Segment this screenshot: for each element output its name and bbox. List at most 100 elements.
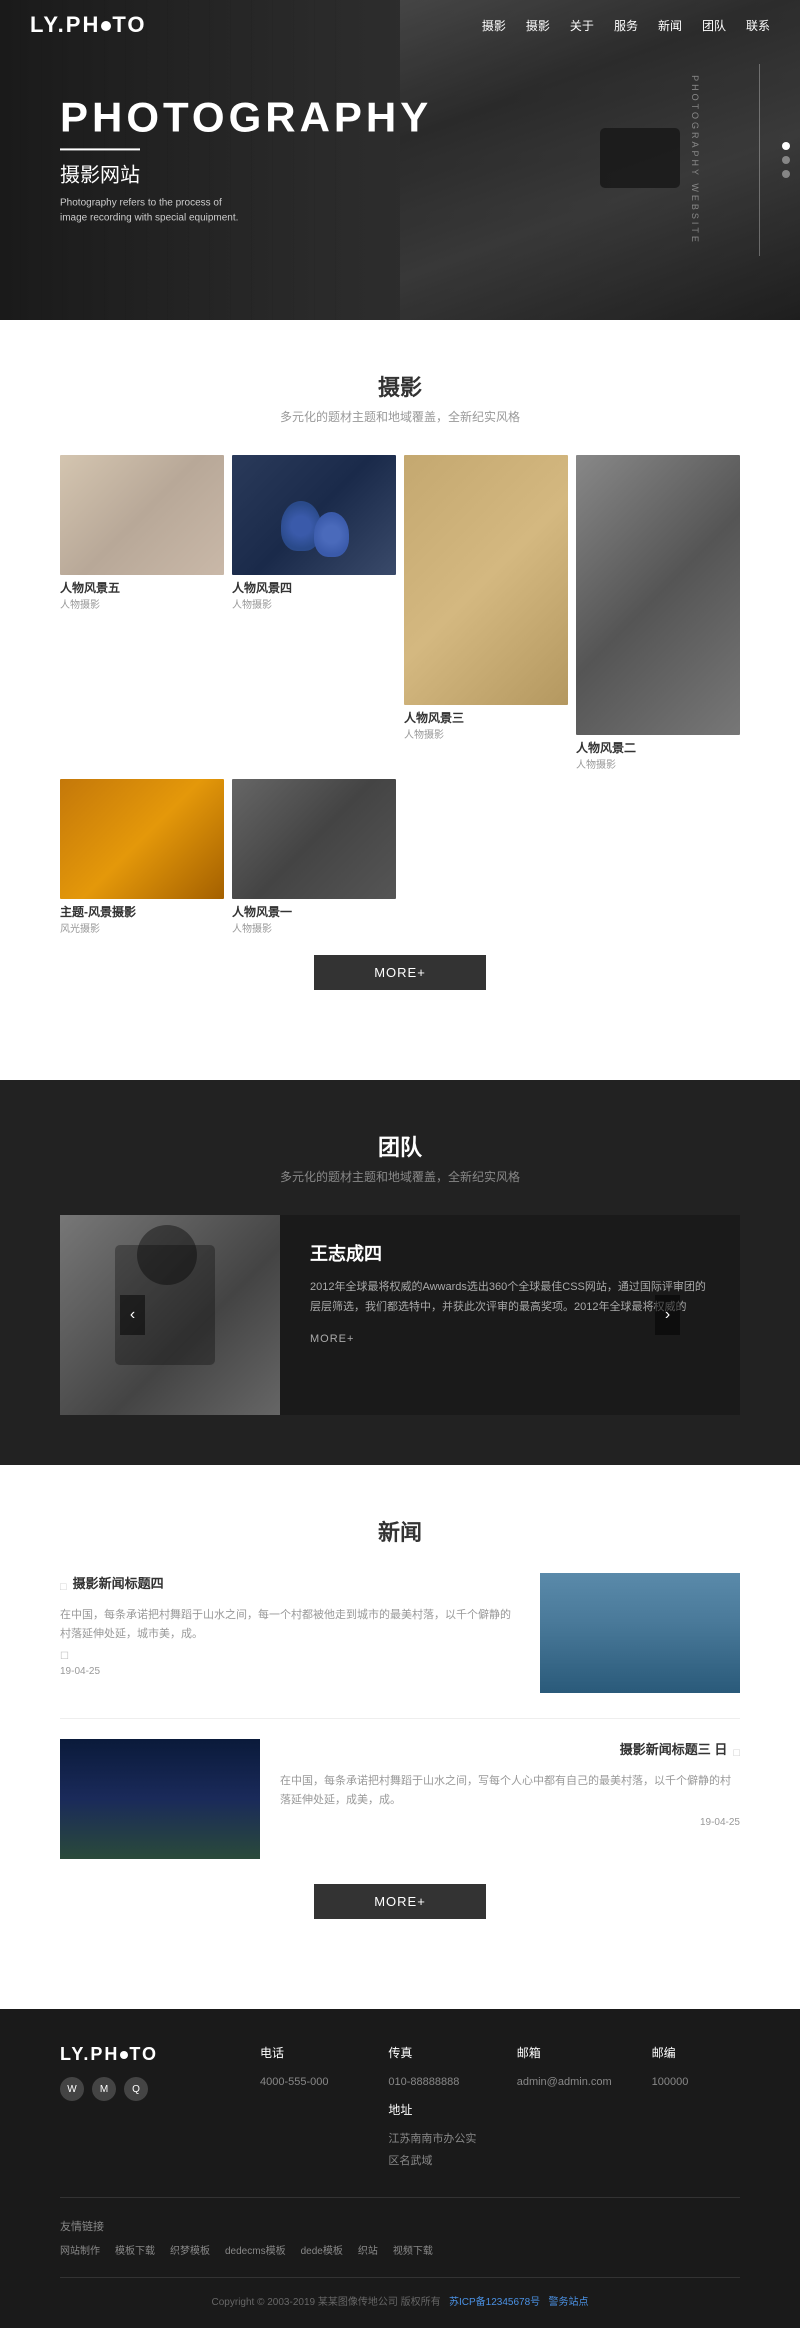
footer-top: LY.PHTO W M Q 电话 4000-555-000 传真 010-888…: [60, 2044, 740, 2172]
team-member-photo: [60, 1215, 280, 1415]
footer-link-6[interactable]: 织站: [358, 2242, 378, 2257]
footer-link-2[interactable]: 模板下载: [115, 2242, 155, 2257]
hero-subtitle: Photography refers to the process of ima…: [60, 196, 240, 226]
nav-team[interactable]: 团队: [702, 17, 726, 34]
social-icon-qq[interactable]: Q: [124, 2077, 148, 2101]
news-tag-icon-2: □: [733, 1747, 740, 1759]
footer-email-label: 邮箱: [517, 2044, 612, 2061]
photo-item-1[interactable]: 人物风景五 人物摄影: [60, 455, 224, 611]
footer-col-fax: 传真 010-88888888 地址 江苏南南市办公实区名武域: [388, 2044, 476, 2172]
photo-item-3[interactable]: 人物风景三 人物摄影: [404, 455, 568, 741]
photography-section: 摄影 多元化的题材主题和地域覆盖，全新纪实风格 人物风景五 人物摄影: [0, 320, 800, 1080]
news-comment-1: ☐: [60, 1651, 520, 1662]
photography-more-button[interactable]: MORE+: [314, 955, 486, 990]
photo-row-2: 主题-风景摄影 风光摄影 人物风景一 人物摄影: [60, 779, 740, 935]
footer-social: W M Q: [60, 2077, 220, 2101]
hero-slide-dots: [782, 142, 790, 178]
team-slider: ‹ 王志成四 2012年全球最将权威的Awwards选出360个全球最佳CSS网…: [60, 1215, 740, 1415]
footer-link-1[interactable]: 网站制作: [60, 2242, 100, 2257]
news-text-1: □ 摄影新闻标题四 在中国，每条承诺把村舞蹈于山水之间，每一个村都被他走到城市的…: [60, 1573, 520, 1677]
hero-title-zh: 摄影网站: [60, 159, 432, 188]
footer-col-zip: 邮编 100000: [652, 2044, 740, 2172]
footer-link-4[interactable]: dedecms模板: [225, 2242, 286, 2257]
footer-phone-label: 电话: [260, 2044, 348, 2061]
news-section: 新闻 □ 摄影新闻标题四 在中国，每条承诺把村舞蹈于山水之间，每一个村都被他走到…: [0, 1465, 800, 2009]
team-member-name: 王志成四: [310, 1240, 710, 1266]
main-nav: 摄影 摄影 关于 服务 新闻 团队 联系: [482, 17, 770, 34]
footer-email: admin@admin.com: [517, 2071, 612, 2093]
news-image-2: [60, 1739, 260, 1859]
team-more-link[interactable]: MORE+: [310, 1333, 710, 1345]
team-subtitle: 多元化的题材主题和地域覆盖，全新纪实风格: [60, 1168, 740, 1185]
footer-links-list: 网站制作 模板下载 织梦模板 dedecms模板 dede模板 织站 视频下载: [60, 2242, 740, 2257]
footer-fax: 010-88888888: [388, 2071, 476, 2093]
footer-link-7[interactable]: 视频下载: [393, 2242, 433, 2257]
more-btn-wrap: MORE+: [60, 955, 740, 990]
nav-home[interactable]: 摄影: [482, 17, 506, 34]
footer-zip: 100000: [652, 2071, 740, 2093]
news-item-2: 摄影新闻标题三 日 □ 在中国，每条承诺把村舞蹈于山水之间，写每个人心中都有自己…: [60, 1739, 740, 1859]
news-title: 新闻: [60, 1515, 740, 1547]
footer-link-3[interactable]: 织梦模板: [170, 2242, 210, 2257]
team-member-desc: 2012年全球最将权威的Awwards选出360个全球最佳CSS网站，通过国际评…: [310, 1278, 710, 1318]
news-image-1: [540, 1573, 740, 1693]
nav-service[interactable]: 服务: [614, 17, 638, 34]
footer-divider-1: [60, 2197, 740, 2198]
photo-item-4[interactable]: 人物风景二 人物摄影: [576, 455, 740, 771]
news-text-2: 摄影新闻标题三 日 □ 在中国，每条承诺把村舞蹈于山水之间，写每个人心中都有自己…: [280, 1739, 740, 1828]
footer-fax-label: 传真: [388, 2044, 476, 2061]
team-next-button[interactable]: ›: [655, 1295, 680, 1335]
footer-link-5[interactable]: dede模板: [301, 2242, 343, 2257]
footer-links-area: 友情链接 网站制作 模板下载 织梦模板 dedecms模板 dede模板 织站 …: [60, 2218, 740, 2257]
footer-icp-link[interactable]: 苏ICP备12345678号: [449, 2297, 540, 2308]
hero-title-en: PHOTOGRAPHY: [60, 94, 432, 140]
team-card: 王志成四 2012年全球最将权威的Awwards选出360个全球最佳CSS网站，…: [60, 1215, 740, 1415]
photography-subtitle: 多元化的题材主题和地域覆盖，全新纪实风格: [60, 408, 740, 425]
footer-col-phone: 电话 4000-555-000: [260, 2044, 348, 2172]
photography-title: 摄影: [60, 370, 740, 402]
footer-police-link[interactable]: 警务站点: [548, 2297, 588, 2308]
team-section: 团队 多元化的题材主题和地域覆盖，全新纪实风格 ‹ 王志成四 2012年全球最将…: [0, 1080, 800, 1465]
footer-address-label: 地址: [388, 2101, 476, 2118]
photo-grid: 人物风景五 人物摄影 人物风景四 人物摄影 人物风景三: [60, 455, 740, 935]
footer-address: 江苏南南市办公实区名武域: [388, 2128, 476, 2172]
news-date-2: 19-04-25: [280, 1817, 740, 1828]
hero-dot-1[interactable]: [782, 142, 790, 150]
team-prev-button[interactable]: ‹: [120, 1295, 145, 1335]
photo-item-6[interactable]: 人物风景一 人物摄影: [232, 779, 396, 935]
footer-logo-area: LY.PHTO W M Q: [60, 2044, 220, 2172]
news-more-btn-wrap: MORE+: [60, 1884, 740, 1919]
nav-photography[interactable]: 摄影: [526, 17, 550, 34]
footer-friends-title: 友情链接: [60, 2218, 740, 2234]
footer-zip-label: 邮编: [652, 2044, 740, 2061]
photo-row-1: 人物风景五 人物摄影 人物风景四 人物摄影 人物风景三: [60, 455, 740, 771]
team-title: 团队: [60, 1130, 740, 1162]
footer-col-email: 邮箱 admin@admin.com: [517, 2044, 612, 2172]
social-icon-wechat[interactable]: M: [92, 2077, 116, 2101]
hero-vertical-line: [759, 64, 760, 256]
hero-content: PHOTOGRAPHY 摄影网站 Photography refers to t…: [60, 94, 432, 225]
footer-logo: LY.PHTO: [60, 2044, 220, 2065]
news-divider: [60, 1718, 740, 1719]
nav-news[interactable]: 新闻: [658, 17, 682, 34]
hero-side-text: PHOTOGRAPHY WEBSITE: [690, 75, 700, 245]
footer-phone: 4000-555-000: [260, 2071, 348, 2093]
site-header: LY.PHTO 摄影 摄影 关于 服务 新闻 团队 联系: [0, 0, 800, 50]
social-icon-weibo[interactable]: W: [60, 2077, 84, 2101]
photo-item-2[interactable]: 人物风景四 人物摄影: [232, 455, 396, 611]
footer-copyright: Copyright © 2003-2019 某某图像传地公司 版权所有 苏ICP…: [60, 2277, 740, 2308]
nav-about[interactable]: 关于: [570, 17, 594, 34]
nav-contact[interactable]: 联系: [746, 17, 770, 34]
hero-section: LY.PHTO 摄影 摄影 关于 服务 新闻 团队 联系 PHOTOGRAPHY…: [0, 0, 800, 320]
news-desc-1: 在中国，每条承诺把村舞蹈于山水之间，每一个村都被他走到城市的最美村落，以千个僻静…: [60, 1606, 520, 1643]
news-tag-icon: □: [60, 1581, 67, 1593]
hero-dot-2[interactable]: [782, 156, 790, 164]
news-item-1: □ 摄影新闻标题四 在中国，每条承诺把村舞蹈于山水之间，每一个村都被他走到城市的…: [60, 1573, 740, 1693]
footer: LY.PHTO W M Q 电话 4000-555-000 传真 010-888…: [0, 2009, 800, 2328]
news-more-button[interactable]: MORE+: [314, 1884, 486, 1919]
photo-item-5[interactable]: 主题-风景摄影 风光摄影: [60, 779, 224, 935]
news-title-1: 摄影新闻标题四: [73, 1573, 164, 1592]
site-logo[interactable]: LY.PHTO: [30, 12, 146, 38]
hero-dot-3[interactable]: [782, 170, 790, 178]
news-title-2: 摄影新闻标题三 日: [620, 1739, 728, 1758]
